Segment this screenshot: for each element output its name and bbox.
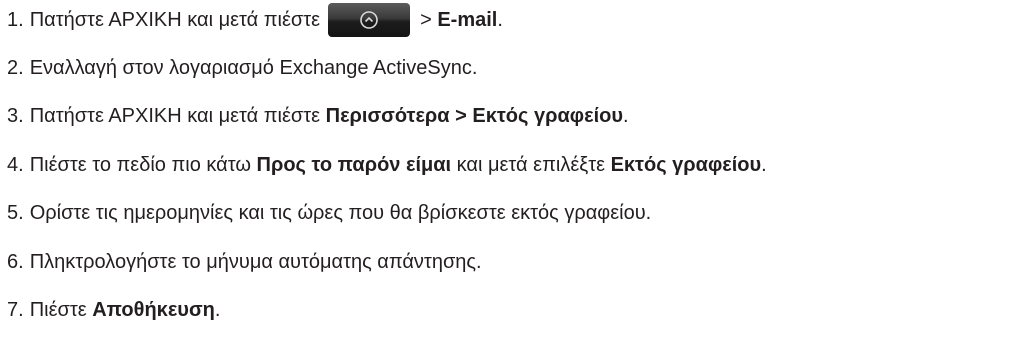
step-text: Πατήστε ΑΡΧΙΚΗ και μετά πιέστε bbox=[29, 9, 321, 31]
step-bold-text: Εκτός γραφείου bbox=[610, 154, 762, 176]
step-bold-text: E-mail bbox=[437, 9, 498, 31]
step-6: 6. Πληκτρολογήστε το μήνυμα αυτόματης απ… bbox=[7, 242, 482, 282]
step-text: . bbox=[761, 154, 767, 176]
step-text: . bbox=[623, 105, 629, 127]
step-number: 2. bbox=[7, 57, 24, 79]
step-text: και μετά επιλέξτε bbox=[451, 154, 611, 176]
step-number: 6. bbox=[7, 251, 24, 273]
step-text: Πατήστε ΑΡΧΙΚΗ και μετά πιέστε bbox=[29, 105, 326, 127]
app-menu-icon bbox=[360, 11, 378, 29]
step-text: Πληκτρολογήστε το μήνυμα αυτόματης απάντ… bbox=[29, 251, 482, 273]
step-number: 7. bbox=[7, 299, 24, 321]
step-7: 7. Πιέστε Αποθήκευση . bbox=[7, 290, 220, 330]
step-3: 3. Πατήστε ΑΡΧΙΚΗ και μετά πιέστε Περισσ… bbox=[7, 96, 629, 136]
step-5: 5. Ορίστε τις ημερομηνίες και τις ώρες π… bbox=[7, 193, 651, 233]
step-text: . bbox=[214, 299, 221, 321]
app-menu-button bbox=[328, 3, 411, 37]
step-2: 2. Εναλλαγή στον λογαριασμό Exchange Act… bbox=[7, 48, 477, 88]
step-number: 4. bbox=[7, 154, 24, 176]
step-text: > bbox=[420, 9, 438, 31]
step-text: . bbox=[497, 9, 503, 31]
step-number: 5. bbox=[7, 202, 24, 224]
step-bold-text: Προς το παρόν είμαι bbox=[256, 154, 452, 176]
step-text: Πιέστε bbox=[29, 299, 93, 321]
step-text: Πιέστε το πεδίο πιο κάτω bbox=[29, 154, 257, 176]
step-number: 1. bbox=[7, 9, 24, 31]
step-1: 1. Πατήστε ΑΡΧΙΚΗ και μετά πιέστε > E-ma… bbox=[7, 0, 503, 40]
step-4: 4. Πιέστε το πεδίο πιο κάτω Προς το παρό… bbox=[7, 145, 767, 185]
step-text: Ορίστε τις ημερομηνίες και τις ώρες που … bbox=[29, 202, 652, 224]
step-text: Εναλλαγή στον λογαριασμό Exchange Active… bbox=[29, 57, 478, 79]
step-number: 3. bbox=[7, 105, 24, 127]
step-bold-text: Περισσότερα > Εκτός γραφείου bbox=[325, 105, 623, 127]
step-bold-text: Αποθήκευση bbox=[92, 299, 215, 321]
